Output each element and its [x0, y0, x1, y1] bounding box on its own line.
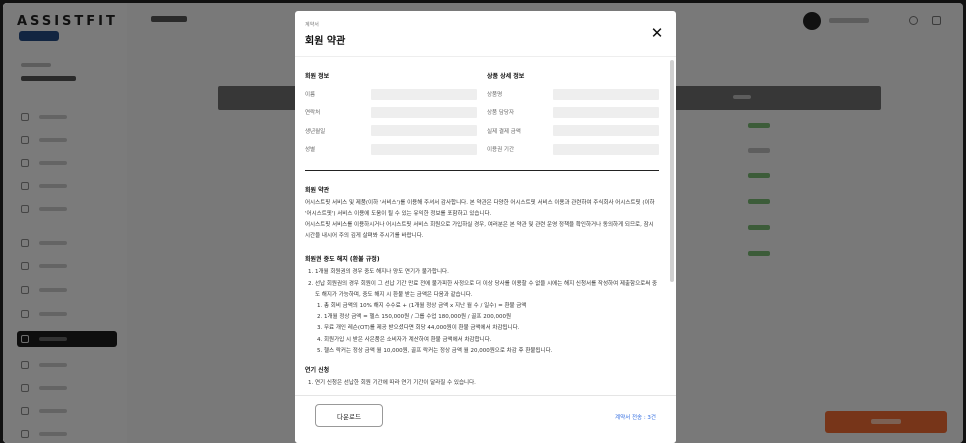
- refund-title: 회원권 중도 해지 (환불 규정): [305, 256, 380, 264]
- list-item: 3. 무료 개인 레슨(OT)를 제공 받으셨다면 회당 44,000원이 환불…: [317, 325, 520, 332]
- field-label: 상품 담당자: [487, 110, 515, 117]
- terms-paragraph: 어시스트핏 서비스를 이용하시거나 어시스트핏 서비스 회원으로 가입하실 경우…: [305, 221, 654, 240]
- birthdate-field[interactable]: [371, 125, 477, 137]
- field-label: 성별: [305, 147, 316, 154]
- name-field[interactable]: [371, 88, 477, 100]
- list-item: 1. 1개월 회원권의 경우 중도 해지나 양도 연기가 불가합니다.: [308, 269, 449, 276]
- download-button[interactable]: 다운로드: [315, 404, 383, 427]
- refund-sub-rules: 1. 총 회비 금액의 10% 해지 수수료 + (1개월 정상 금액 x 지난…: [305, 301, 659, 357]
- field-label: 이용권 기간: [487, 147, 515, 154]
- modal-title: 회원 약관: [305, 36, 346, 47]
- field-label: 연락처: [305, 110, 321, 117]
- section-title: 회원 정보: [305, 73, 330, 80]
- product-manager-field[interactable]: [553, 106, 659, 118]
- membership-period-field[interactable]: [553, 143, 659, 155]
- breadcrumb: 계약서: [305, 22, 319, 28]
- product-name-field[interactable]: [553, 88, 659, 100]
- list-item: 5. 헬스 락커는 정상 금액 월 10,000원, 골프 락커는 정상 금액 …: [317, 347, 553, 354]
- phone-field[interactable]: [371, 106, 477, 118]
- postpone-rules: 1. 연기 신청은 선납한 회원 기간에 따라 연기 기간이 달라질 수 있습니…: [305, 378, 659, 389]
- member-info-section: 회원 정보 이름 연락처 생년월일 성별: [305, 71, 477, 162]
- payment-amount-field[interactable]: [553, 125, 659, 137]
- scrollbar[interactable]: [670, 60, 674, 282]
- terms-title: 회원 약관: [305, 186, 330, 194]
- list-item: 2. 선납 회원권의 경우 회원이 그 선납 기간 만료 전에 불가피한 사정으…: [308, 280, 658, 298]
- terms-paragraph: 어시스트핏 서비스 및 제품(이하 '서비스')를 이용해 주셔서 감사합니다.…: [305, 199, 655, 217]
- list-item: 1. 연기 신청은 선납한 회원 기간에 따라 연기 기간이 달라질 수 있습니…: [308, 380, 476, 386]
- field-label: 생년월일: [305, 128, 326, 135]
- postpone-title: 연기 신청: [305, 367, 330, 374]
- field-label: 상품명: [487, 92, 503, 98]
- list-item: 1. 총 회비 금액의 10% 해지 수수료 + (1개월 정상 금액 x 지난…: [317, 302, 527, 309]
- list-item: 2. 1개월 정상 금액 = 헬스 150,000원 / 그룹 수업 180,0…: [317, 314, 512, 321]
- close-icon[interactable]: ✕: [650, 26, 664, 41]
- list-item: 4. 회원가입 시 받은 사은품은 소비자가 계산하여 환불 금액에서 차감합니…: [317, 336, 492, 343]
- refund-rules: 1. 1개월 회원권의 경우 중도 해지나 양도 연기가 불가합니다. 2. 선…: [305, 267, 659, 301]
- section-title: 상품 상세 정보: [487, 73, 525, 80]
- contract-send-count: 계약서 전송 : 3건: [615, 415, 656, 421]
- modal-header: 계약서 회원 약관 ✕: [295, 11, 676, 57]
- divider: [305, 169, 659, 171]
- product-info-section: 상품 상세 정보 상품명 상품 담당자 실제 결제 금액 이용권 기간: [487, 71, 659, 162]
- field-label: 이름: [305, 92, 316, 98]
- modal-footer: 다운로드 계약서 전송 : 3건: [295, 395, 676, 443]
- modal-body[interactable]: 회원 정보 이름 연락처 생년월일 성별 상품 상세 정보 상품명 상품 담당자…: [295, 58, 669, 395]
- contract-modal: 계약서 회원 약관 ✕ 회원 정보 이름 연락처 생년월일 성별 상품 상세 정…: [295, 11, 676, 443]
- gender-field[interactable]: [371, 143, 477, 155]
- field-label: 실제 결제 금액: [487, 128, 521, 135]
